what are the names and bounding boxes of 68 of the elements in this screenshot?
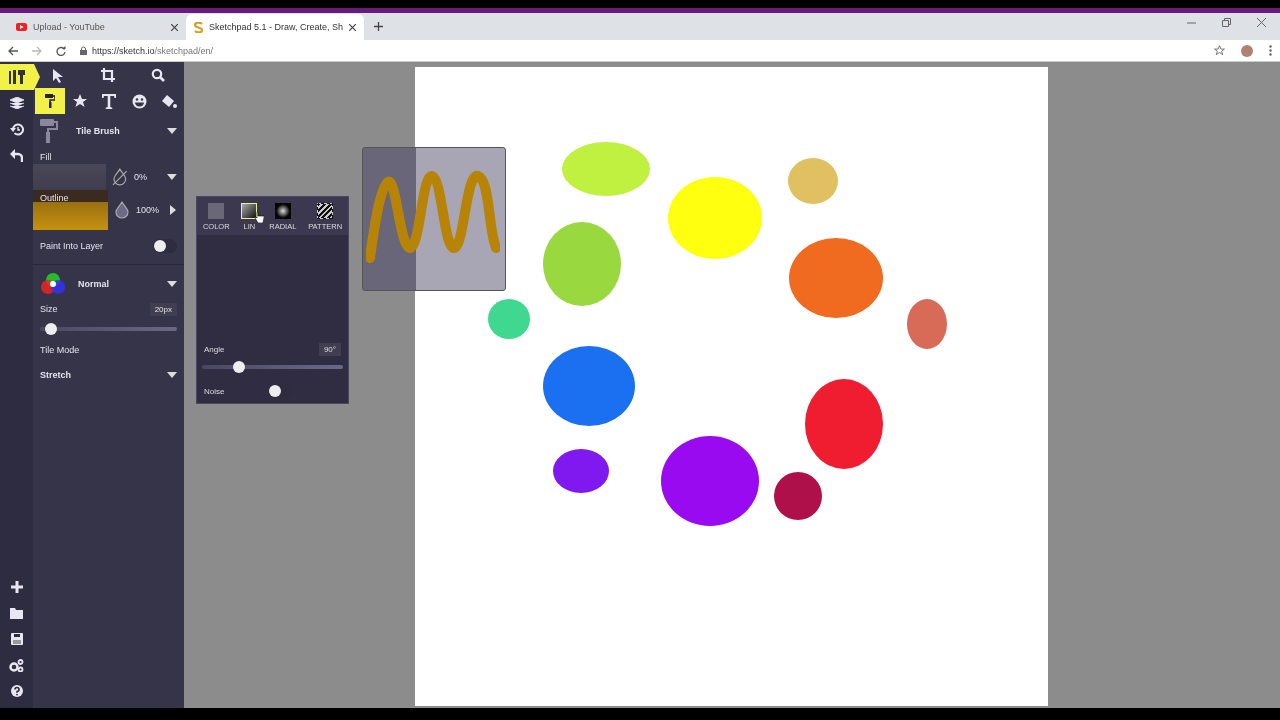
- outline-label: Outline: [39, 192, 70, 205]
- blend-mode[interactable]: Normal: [78, 279, 109, 289]
- paint-blob: [774, 472, 822, 520]
- profile-avatar[interactable]: [1241, 44, 1253, 57]
- close-tab-icon[interactable]: [349, 23, 356, 31]
- crop-icon: [101, 68, 115, 82]
- browser-tab[interactable]: Upload - YouTube: [8, 14, 186, 40]
- back-icon[interactable]: [8, 45, 18, 56]
- drop-icon: [114, 201, 130, 219]
- caret-down-icon: [167, 128, 177, 134]
- s-logo-icon: [194, 21, 203, 33]
- paint-blob: [553, 449, 609, 493]
- caret-right-icon: [170, 205, 176, 215]
- reload-icon[interactable]: [56, 45, 66, 56]
- paint-blob: [488, 299, 530, 339]
- outline-swatch[interactable]: Outline: [33, 190, 108, 230]
- history-icon[interactable]: [9, 122, 24, 136]
- caret-down-icon: [167, 372, 177, 378]
- close-icon[interactable]: [1257, 18, 1266, 27]
- noise-label: Noise: [204, 386, 225, 396]
- roller-brush-icon: [40, 119, 58, 143]
- tool-button[interactable]: [35, 88, 65, 114]
- color-wheel-icon[interactable]: [40, 271, 66, 297]
- tile-mode-dropdown[interactable]: Stretch: [40, 370, 71, 380]
- fill-swatch[interactable]: [33, 164, 107, 190]
- layers-icon[interactable]: [9, 97, 24, 109]
- tools-icon: [8, 69, 26, 85]
- folder-icon[interactable]: [10, 607, 23, 619]
- tool-kit-tab[interactable]: [0, 64, 40, 90]
- lock-icon: [80, 46, 87, 55]
- settings-icon[interactable]: [9, 658, 24, 672]
- close-tab-icon[interactable]: [171, 23, 178, 31]
- address-field[interactable]: https://sketch.io/sketchpad/en/: [92, 45, 214, 56]
- hand-cursor-icon: [255, 211, 265, 223]
- noise-toggle[interactable]: [268, 384, 293, 398]
- star-icon: [72, 94, 87, 108]
- caret-down-icon: [167, 281, 177, 287]
- outline-opacity: 100%: [136, 205, 161, 215]
- caret-down-icon: [167, 174, 178, 180]
- paint-blob: [788, 158, 838, 204]
- text-tool-icon: [102, 93, 117, 109]
- new-tab-icon[interactable]: [374, 22, 383, 31]
- smiley-icon: [131, 93, 147, 109]
- size-label: Size: [40, 304, 58, 314]
- undo-icon[interactable]: [10, 148, 23, 162]
- help-icon[interactable]: [10, 685, 23, 697]
- paint-into-layer-toggle[interactable]: [153, 239, 177, 253]
- browser-tab[interactable]: Sketchpad 5.1 - Draw, Create, Sh: [186, 14, 364, 40]
- pointer-icon: [52, 67, 64, 83]
- paint-into-layer-label: Paint Into Layer: [40, 241, 104, 251]
- star-outline-icon[interactable]: [1214, 45, 1225, 56]
- play-logo-icon: [16, 23, 27, 31]
- no-fill-drop-icon: [112, 168, 129, 186]
- more-menu-icon[interactable]: [1269, 45, 1272, 56]
- paint-blob: [907, 299, 947, 349]
- search-icon: [151, 68, 165, 82]
- brush-name: Tile Brush: [76, 126, 120, 136]
- fill-label: Fill: [40, 152, 52, 162]
- paint-bucket-icon: [161, 93, 178, 109]
- roller-brush-icon: [44, 94, 55, 108]
- size-field[interactable]: 20px: [149, 302, 177, 316]
- angle-label: Angle: [204, 344, 225, 354]
- angle-field[interactable]: 90°: [318, 342, 341, 356]
- save-icon[interactable]: [10, 633, 23, 645]
- tile-mode-label: Tile Mode: [40, 345, 80, 355]
- plus-icon[interactable]: [10, 581, 23, 593]
- fill-opacity: 0%: [134, 172, 149, 182]
- restore-icon[interactable]: [1222, 18, 1231, 27]
